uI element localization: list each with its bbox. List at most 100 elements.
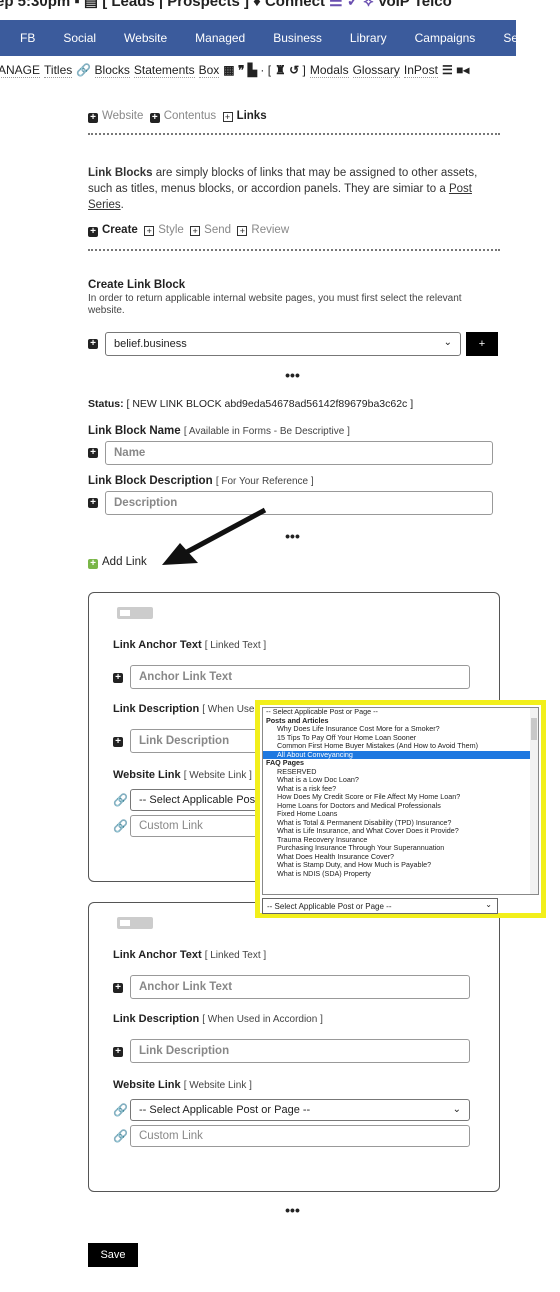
breadcrumb: + Website + Contentus + Links: [88, 110, 267, 123]
plus-icon[interactable]: +: [88, 448, 98, 458]
plus-icon[interactable]: +: [113, 737, 123, 747]
modals-link[interactable]: Modals: [309, 63, 349, 78]
anchor-input[interactable]: Anchor Link Text: [130, 975, 470, 999]
phone-icon[interactable]: ♜: [275, 63, 286, 77]
time: ep 5:30pm: [0, 0, 71, 10]
prospects-link[interactable]: | Prospects ]: [159, 0, 249, 10]
crumb-contentus[interactable]: Contentus: [164, 110, 216, 122]
arrow-annotation: [162, 507, 267, 565]
undo-icon[interactable]: ↺: [289, 63, 299, 77]
nav-social[interactable]: Social: [63, 31, 96, 45]
crumb-links[interactable]: Links: [237, 110, 267, 122]
intro-text: Link Blocks are simply blocks of links t…: [88, 165, 503, 213]
description-label: Link Block Description [ For Your Refere…: [88, 475, 314, 487]
nav-business[interactable]: Business: [273, 31, 322, 45]
list-icon[interactable]: ☰: [442, 63, 453, 77]
plus-icon[interactable]: +: [113, 983, 123, 993]
website-select[interactable]: belief.business ⌄: [105, 332, 461, 356]
link-desc-label: Link Description [ When Used in Accordio…: [113, 1013, 323, 1025]
tab-send[interactable]: Send: [204, 224, 231, 236]
post-select[interactable]: -- Select Applicable Post or Page -- ⌄: [130, 1099, 470, 1121]
inpost-link[interactable]: InPost: [403, 63, 438, 78]
voip-link[interactable]: VoIP Telco: [378, 0, 452, 10]
link-card: Link Anchor Text [ Linked Text ] + Ancho…: [88, 902, 500, 1192]
box-link[interactable]: Box: [198, 63, 220, 78]
plus-icon[interactable]: +: [113, 1047, 123, 1057]
more-ellipsis[interactable]: •••: [0, 367, 560, 383]
nav-settings[interactable]: Settings: [503, 31, 546, 45]
divider: [88, 133, 500, 135]
website-link-label: Website Link [ Website Link ]: [113, 1079, 252, 1091]
intro-bold: Link Blocks: [88, 167, 153, 179]
link-desc-input[interactable]: Link Description: [130, 1039, 470, 1063]
tab-style[interactable]: Style: [158, 224, 184, 236]
more-ellipsis[interactable]: •••: [0, 1202, 560, 1218]
create-desc: In order to return applicable internal w…: [88, 293, 462, 316]
link-desc-label: Link Description [ When Used: [113, 703, 261, 715]
plus-icon[interactable]: +: [113, 673, 123, 683]
more-ellipsis[interactable]: •••: [0, 528, 560, 544]
divider: [88, 249, 500, 251]
blocks-link[interactable]: Blocks: [94, 63, 130, 78]
add-website-button[interactable]: +: [466, 332, 498, 356]
nav-managed[interactable]: Managed: [195, 31, 245, 45]
plus-square-icon: +: [222, 112, 233, 122]
plus-square-icon: +: [190, 226, 201, 236]
anchor-input[interactable]: Anchor Link Text: [130, 665, 470, 689]
book-icon[interactable]: ▙: [248, 63, 257, 77]
toggle[interactable]: [117, 917, 153, 929]
glossary-link[interactable]: Glossary: [352, 63, 400, 78]
option[interactable]: What is NDIS (SDA) Property: [263, 869, 538, 879]
nav-fb[interactable]: FB: [20, 31, 35, 45]
custom-link-input[interactable]: Custom Link: [130, 1125, 470, 1147]
nav-website[interactable]: Website: [124, 31, 167, 45]
sub-nav: ANAGE Titles 🔗 Blocks Statements Box ▦ ❞ ▙ · …: [0, 63, 469, 78]
plus-square-icon: +: [144, 226, 155, 236]
scrollbar[interactable]: [530, 708, 538, 894]
website-link-label: Website Link [ Website Link ]: [113, 769, 252, 781]
video-icon[interactable]: ■◂: [456, 63, 469, 77]
manage-link[interactable]: ANAGE: [0, 63, 41, 78]
quote-icon[interactable]: ❞: [238, 63, 244, 77]
bracket-close: ]: [302, 63, 306, 77]
connect-link[interactable]: Connect: [265, 0, 325, 10]
add-link-button[interactable]: + Add Link: [88, 556, 147, 569]
intro-end: .: [120, 199, 124, 211]
post-select-open[interactable]: -- Select Applicable Post or Page -- ⌄: [262, 898, 498, 914]
top-status-bar: ep 5:30pm ▪ ▤ [ Leads | Prospects ] ♦ Co…: [0, 0, 452, 10]
titles-link[interactable]: Titles: [44, 63, 73, 78]
plus-icon: +: [149, 113, 160, 123]
statements-link[interactable]: Statements: [133, 63, 195, 78]
scrollbar-thumb[interactable]: [531, 718, 537, 740]
plus-icon: +: [88, 559, 98, 569]
link-icon: 🔗: [113, 1129, 128, 1143]
save-button[interactable]: Save: [88, 1243, 138, 1267]
anchor-label: Link Anchor Text [ Linked Text ]: [113, 949, 267, 961]
toggle[interactable]: [117, 607, 153, 619]
step-tabs: + Create + Style + Send + Review: [88, 224, 289, 237]
plus-square-icon: +: [237, 226, 248, 236]
name-input[interactable]: Name: [105, 441, 493, 465]
plus-icon: +: [88, 227, 98, 237]
option-highlighted[interactable]: All About Conveyancing: [263, 750, 538, 759]
nav-campaigns[interactable]: Campaigns: [415, 31, 476, 45]
leads-link[interactable]: [ Leads: [102, 0, 155, 10]
link-icon: 🔗: [113, 819, 128, 833]
tab-create[interactable]: Create: [102, 224, 138, 236]
plus-icon: +: [88, 113, 98, 123]
post-dropdown-highlight: -- Select Applicable Post or Page -- Pos…: [255, 700, 546, 918]
crumb-website[interactable]: Website: [102, 110, 143, 122]
status: Status: [ NEW LINK BLOCK abd9eda54678ad5…: [88, 398, 414, 410]
calculator-icon[interactable]: ▦: [223, 63, 234, 77]
main-nav: FB Social Website Managed Business Library Cam…: [0, 20, 547, 56]
plus-icon[interactable]: +: [88, 339, 98, 349]
plus-icon[interactable]: +: [88, 498, 98, 508]
chevron-down-icon: ⌄: [443, 337, 452, 348]
chevron-down-icon: ⌄: [485, 900, 492, 909]
post-options-list[interactable]: -- Select Applicable Post or Page -- Pos…: [262, 707, 539, 895]
nav-library[interactable]: Library: [350, 31, 387, 45]
link-icon: 🔗: [113, 793, 128, 807]
tab-review[interactable]: Review: [251, 224, 289, 236]
chevron-down-icon: ⌄: [452, 1104, 461, 1115]
name-label: Link Block Name [ Available in Forms - B…: [88, 425, 350, 437]
